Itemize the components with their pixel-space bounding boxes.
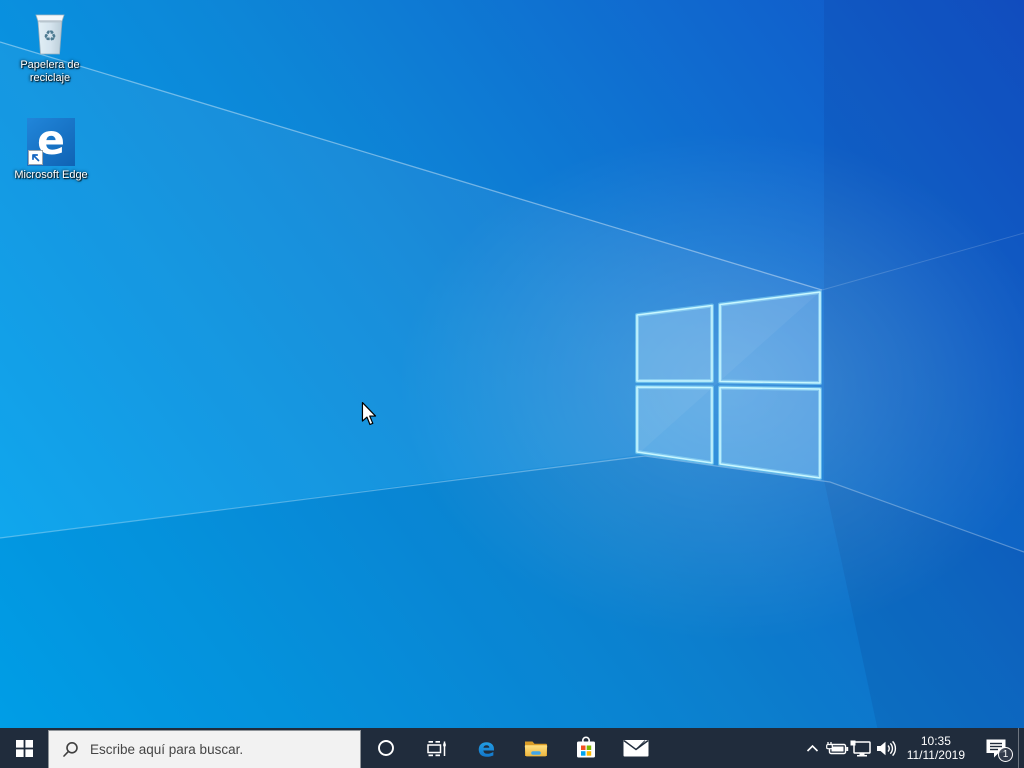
desktop-icon-recycle-bin[interactable]: ♻ Papelera de reciclaje [4,8,96,85]
network-ethernet-icon [850,740,872,757]
speaker-icon [875,740,897,757]
taskbar-button-mail[interactable] [611,728,661,768]
shortcut-arrow-icon [28,150,43,165]
search-placeholder: Escribe aquí para buscar. [90,742,243,757]
action-center-button[interactable]: 1 [974,728,1018,768]
task-view-icon [425,737,448,760]
svg-text:♻: ♻ [43,27,56,45]
edge-tile-icon: e [27,118,75,166]
desktop-icon-label: Microsoft Edge [14,169,87,182]
battery-charging-icon [825,741,849,756]
windows-desktop: ♻ Papelera de reciclaje e Microsoft Edge [0,0,1024,768]
start-button[interactable] [0,728,48,768]
tray-volume-button[interactable] [873,728,900,768]
show-desktop-button[interactable] [1018,728,1024,768]
system-tray: 10:35 11/11/2019 1 [801,728,1024,768]
wallpaper [0,0,1024,768]
clock-date: 11/11/2019 [907,748,965,763]
taskbar-button-microsoft-store[interactable] [561,728,611,768]
taskbar-button-file-explorer[interactable] [511,728,561,768]
recycle-bin-icon: ♻ [30,8,70,56]
desktop-icon-label: Papelera de reciclaje [20,59,79,85]
taskbar-button-task-view[interactable] [411,728,461,768]
cortana-icon [377,739,395,757]
tray-network-button[interactable] [849,728,873,768]
windows-start-icon [16,740,33,757]
file-explorer-icon [523,735,549,761]
taskbar: Escribe aquí para buscar. [0,728,1024,768]
svg-text:e: e [477,735,495,762]
taskbar-search-box[interactable]: Escribe aquí para buscar. [48,730,361,768]
chevron-up-icon [806,744,819,753]
clock-time: 10:35 [907,734,965,749]
taskbar-button-edge[interactable]: e [461,728,511,768]
mail-icon [622,737,650,759]
taskbar-button-cortana[interactable] [361,728,411,768]
microsoft-store-icon [573,735,599,761]
taskbar-clock[interactable]: 10:35 11/11/2019 [907,734,965,763]
tray-show-hidden-icons-button[interactable] [801,728,825,768]
search-icon [62,741,79,758]
desktop-icon-microsoft-edge[interactable]: e Microsoft Edge [5,118,97,182]
edge-icon: e [473,735,500,762]
tray-battery-button[interactable] [825,728,849,768]
notification-badge: 1 [998,747,1013,762]
